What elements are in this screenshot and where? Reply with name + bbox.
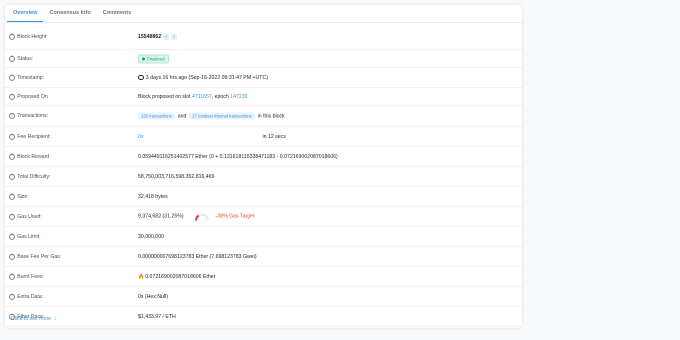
help-icon (9, 55, 16, 62)
next-block-button[interactable]: › (171, 33, 178, 40)
block-reward-label: Block Reward: (17, 153, 51, 160)
ether-price-value: $1,433.97 / ETH (138, 313, 176, 320)
tab-overview[interactable]: Overview (7, 5, 44, 22)
extra-data-value: 0x (Hex:Null) (138, 293, 168, 300)
prev-block-button[interactable]: ‹ (163, 33, 170, 40)
gas-gauge-fill (194, 214, 199, 221)
total-difficulty-value: 58,750,003,716,598,352,816,469 (138, 173, 215, 180)
row-timestamp: Timestamp: 3 days 16 hrs ago (Sep-16-202… (5, 68, 522, 88)
help-icon (9, 173, 16, 180)
transactions-chip[interactable]: 132 transactions (138, 112, 175, 120)
help-icon (9, 93, 16, 100)
row-extra-data: Extra Data: 0x (Hex:Null) (5, 287, 522, 307)
arrow-down-icon: ↓ (53, 316, 57, 322)
base-fee-label: Base Fee Per Gas: (17, 253, 62, 260)
block-height-value: 15548862 (138, 33, 162, 40)
help-icon (9, 113, 16, 120)
status-value: Finalized (147, 56, 165, 61)
row-base-fee: Base Fee Per Gas: 0.000000007698123783 E… (5, 247, 522, 267)
row-proposed-on: Proposed On Block proposed on slot 47116… (5, 88, 522, 106)
fee-recipient-time: in 12 secs (262, 133, 286, 140)
tab-bar: Overview Consensus Info Comments (5, 5, 522, 23)
gas-gauge-icon (194, 213, 209, 221)
row-block-reward: Block Reward: 0.059449116251402577 Ether… (5, 147, 522, 167)
tab-consensus-info[interactable]: Consensus Info (43, 5, 96, 22)
proposed-on-prefix: Block proposed on slot (138, 93, 191, 100)
gas-used-label: Gas Used: (17, 213, 42, 220)
help-icon (9, 253, 16, 260)
help-icon (9, 153, 16, 160)
timestamp-value: 3 days 16 hrs ago (Sep-16-2022 09:31:47 … (145, 74, 268, 81)
gas-target-value: -38% Gas Target (215, 213, 255, 220)
size-value: 32,418 bytes (138, 193, 168, 200)
transactions-and: and (177, 113, 187, 119)
extra-data-label: Extra Data: (17, 293, 44, 300)
gas-limit-label: Gas Limit: (17, 233, 41, 240)
row-gas-limit: Gas Limit: 30,000,000 (5, 227, 522, 247)
row-block-height: Block Height: 15548862 ‹ › (5, 24, 522, 50)
transactions-label: Transactions: (17, 113, 49, 119)
gas-used-value: 9,374,682 (31.25%) (138, 213, 184, 220)
fee-recipient-label: Fee Recipient: (17, 133, 51, 140)
see-more-link[interactable]: Click to see more ↓ (11, 316, 57, 322)
help-icon (9, 193, 16, 200)
check-icon (142, 57, 145, 60)
burnt-fees-value: 0.072169002087018606 Ether (145, 273, 216, 280)
status-badge: Finalized (138, 54, 169, 63)
row-ether-price: Ether Price: $1,433.97 / ETH (5, 307, 522, 327)
row-gas-used: Gas Used: 9,374,682 (31.25%) -38% Gas Ta… (5, 207, 522, 227)
row-burnt-fees: Burnt Fees: 🔥0.072169002087018606 Ether (5, 267, 522, 287)
size-label: Size: (17, 193, 29, 200)
help-icon (9, 233, 16, 240)
epoch-link[interactable]: 147239 (230, 94, 247, 100)
row-status: Status: Finalized (5, 50, 522, 68)
flame-icon: 🔥 (138, 273, 145, 280)
clock-icon (138, 74, 144, 81)
proposed-on-label: Proposed On (17, 93, 48, 100)
block-height-label: Block Height: (17, 33, 48, 40)
timestamp-label: Timestamp: (17, 74, 45, 81)
see-more-label: Click to see more (11, 316, 52, 322)
gas-limit-value: 30,000,000 (138, 233, 164, 240)
tab-comments[interactable]: Comments (97, 5, 137, 22)
help-icon (9, 293, 16, 300)
fee-recipient-link[interactable]: 0x (138, 134, 143, 140)
status-label: Status: (17, 55, 34, 62)
help-icon (9, 133, 16, 140)
internal-transactions-chip[interactable]: 17 contract internal transactions (189, 112, 255, 120)
block-reward-value: 0.059449116251402577 Ether (0 + 0.131618… (138, 153, 338, 160)
help-icon (9, 33, 16, 40)
row-transactions: Transactions: 132 transactions and 17 co… (5, 106, 522, 127)
transactions-suffix: in this block (257, 113, 285, 119)
block-details-card: Overview Consensus Info Comments Block H… (5, 5, 522, 328)
base-fee-value: 0.000000007698123783 Ether (7.698123783 … (138, 253, 257, 260)
row-size: Size: 32,418 bytes (5, 187, 522, 207)
row-fee-recipient: Fee Recipient: 0x in 12 secs (5, 127, 522, 147)
proposed-on-mid: , epoch (211, 93, 229, 100)
help-icon (9, 74, 16, 81)
help-icon (9, 213, 16, 220)
slot-link[interactable]: 4711657 (192, 94, 212, 100)
total-difficulty-label: Total Difficulty: (17, 173, 51, 180)
detail-rows: Block Height: 15548862 ‹ › Status: Final… (5, 24, 522, 327)
row-total-difficulty: Total Difficulty: 58,750,003,716,598,352… (5, 167, 522, 187)
burnt-fees-label: Burnt Fees: (17, 273, 45, 280)
help-icon (9, 273, 16, 280)
